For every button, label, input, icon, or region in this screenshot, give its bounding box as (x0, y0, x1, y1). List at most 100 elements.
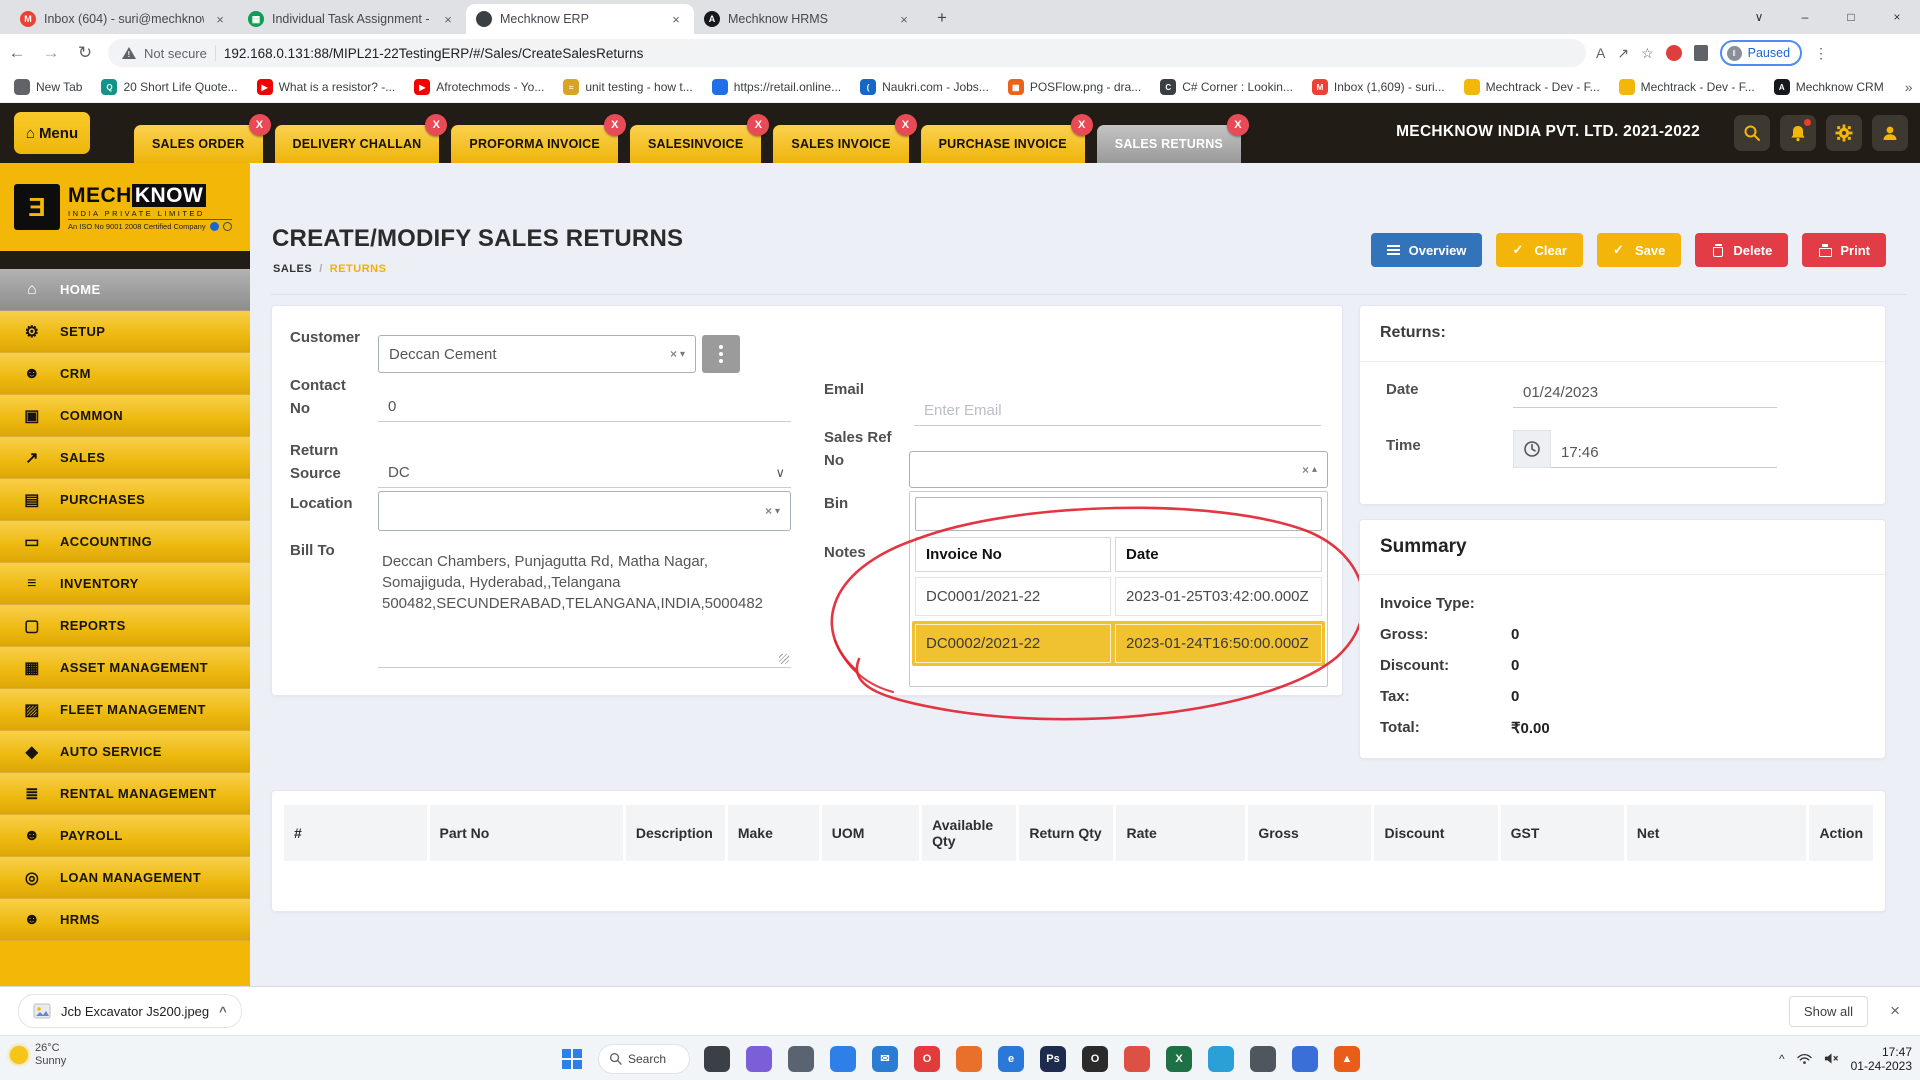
date-input[interactable]: 01/24/2023 (1513, 372, 1777, 408)
app-tab[interactable]: DELIVERY CHALLAN X (275, 125, 440, 163)
action-button[interactable]: Clear (1496, 233, 1583, 267)
taskbar-app-icon[interactable] (788, 1046, 814, 1072)
clear-selection-icon[interactable]: × (765, 504, 772, 518)
search-icon[interactable] (1734, 115, 1770, 151)
adblock-extension-icon[interactable] (1666, 45, 1682, 61)
email-input[interactable]: Enter Email (914, 390, 1321, 426)
bookmark-item[interactable]: Mechtrack - Dev - F... (1619, 79, 1755, 95)
taskbar-app-icon[interactable] (1250, 1046, 1276, 1072)
sidebar-item[interactable]: ▤ PURCHASES (0, 479, 250, 521)
share-icon[interactable]: ↗ (1617, 45, 1629, 62)
taskbar-app-icon[interactable] (1208, 1046, 1234, 1072)
sidebar-item[interactable]: ▨ FLEET MANAGEMENT (0, 689, 250, 731)
taskbar-app-icon[interactable] (830, 1046, 856, 1072)
sidebar-item[interactable]: ☻ HRMS (0, 899, 250, 941)
taskbar-app-icon[interactable] (956, 1046, 982, 1072)
bookmark-item[interactable]: https://retail.online... (712, 79, 841, 95)
maximize-icon[interactable]: □ (1828, 0, 1874, 34)
tab-close-icon[interactable]: × (212, 11, 228, 27)
bell-icon[interactable] (1780, 115, 1816, 151)
return-source-select[interactable]: DC ∨ (378, 452, 791, 488)
customer-select[interactable]: Deccan Cement × ▾ (378, 335, 696, 373)
sidebar-item[interactable]: ⌂ HOME (0, 269, 250, 311)
user-icon[interactable] (1872, 115, 1908, 151)
reload-icon[interactable]: ↻ (68, 43, 102, 63)
app-tab[interactable]: SALES RETURNS X (1097, 125, 1241, 163)
taskbar-app-icon[interactable] (746, 1046, 772, 1072)
tray-chevron-up-icon[interactable]: ^ (1779, 1052, 1785, 1066)
taskbar-app-icon[interactable] (704, 1046, 730, 1072)
chevron-up-icon[interactable]: ▴ (1312, 464, 1317, 475)
chevron-down-icon[interactable]: ▾ (775, 506, 780, 517)
sidebar-item[interactable]: ▢ REPORTS (0, 605, 250, 647)
bookmark-item[interactable]: C C# Corner : Lookin... (1160, 79, 1293, 95)
bookmark-item[interactable]: A Mechknow CRM (1774, 79, 1884, 95)
new-tab-button[interactable]: + (928, 4, 956, 32)
bookmark-item[interactable]: ≈ unit testing - how t... (563, 79, 692, 95)
app-tab-close-icon[interactable]: X (1071, 114, 1093, 136)
chevron-down-icon[interactable]: ∨ (775, 465, 785, 481)
app-tab[interactable]: SALES INVOICE X (773, 125, 908, 163)
contact-no-input[interactable]: 0 (378, 386, 791, 422)
tab-close-icon[interactable]: × (896, 11, 912, 27)
volume-muted-icon[interactable] (1824, 1052, 1839, 1065)
bookmark-item[interactable]: ▶ Afrotechmods - Yo... (414, 79, 544, 95)
sidebar-item[interactable]: ▭ ACCOUNTING (0, 521, 250, 563)
location-select[interactable]: × ▾ (378, 491, 791, 531)
bookmark-item[interactable]: ▶ What is a resistor? -... (257, 79, 396, 95)
gear-icon[interactable] (1826, 115, 1862, 151)
sidebar-item[interactable]: ☻ PAYROLL (0, 815, 250, 857)
app-tab[interactable]: SALES ORDER X (134, 125, 263, 163)
action-button[interactable]: Delete (1695, 233, 1788, 267)
action-button[interactable]: Overview (1371, 233, 1483, 267)
app-tab[interactable]: PURCHASE INVOICE X (921, 125, 1085, 163)
browser-tab[interactable]: Mechknow ERP × (466, 4, 694, 34)
paused-badge[interactable]: ‖ Paused (1720, 40, 1802, 66)
download-item[interactable]: Jcb Excavator Js200.jpeg ^ (18, 994, 242, 1028)
bookmark-item[interactable]: Mechtrack - Dev - F... (1464, 79, 1600, 95)
clear-selection-icon[interactable]: × (670, 347, 677, 361)
close-icon[interactable]: × (1874, 0, 1920, 34)
show-all-button[interactable]: Show all (1789, 996, 1868, 1027)
app-tab[interactable]: PROFORMA INVOICE X (451, 125, 618, 163)
time-input[interactable]: 17:46 (1551, 430, 1777, 468)
action-button[interactable]: Save (1597, 233, 1681, 267)
extensions-icon[interactable] (1694, 45, 1708, 61)
sidebar-item[interactable]: ⚙ SETUP (0, 311, 250, 353)
sidebar-item[interactable]: ◆ AUTO SERVICE (0, 731, 250, 773)
taskbar-clock[interactable]: 17:47 01-24-2023 (1851, 1045, 1912, 1073)
bookmark-item[interactable]: ▦ POSFlow.png - dra... (1008, 79, 1141, 95)
tab-close-icon[interactable]: × (668, 11, 684, 27)
customer-options-button[interactable] (702, 335, 740, 373)
dropdown-search-input[interactable] (915, 497, 1322, 531)
sidebar-item[interactable]: ▦ ASSET MANAGEMENT (0, 647, 250, 689)
sidebar-item[interactable]: ≣ RENTAL MANAGEMENT (0, 773, 250, 815)
sidebar-item[interactable]: ≡ INVENTORY (0, 563, 250, 605)
bill-to-textarea[interactable]: Deccan Chambers, Punjagutta Rd, Matha Na… (378, 546, 791, 668)
bookmarks-overflow-icon[interactable]: » (1905, 79, 1913, 95)
taskbar-app-icon[interactable]: ✉ (872, 1046, 898, 1072)
chevron-down-icon[interactable]: ▾ (680, 349, 685, 360)
taskbar-app-icon[interactable]: Ps (1040, 1046, 1066, 1072)
tab-close-icon[interactable]: × (440, 11, 456, 27)
taskbar-app-icon[interactable] (1292, 1046, 1318, 1072)
resize-handle-icon[interactable] (779, 654, 789, 664)
taskbar-app-icon[interactable]: X (1166, 1046, 1192, 1072)
invoice-row[interactable]: DC0001/2021-22 2023-01-25T03:42:00.000Z (915, 577, 1322, 616)
browser-tab[interactable]: A Mechknow HRMS × (694, 4, 922, 34)
bookmark-item[interactable]: New Tab (14, 79, 82, 95)
not-secure-icon[interactable]: ! (122, 47, 136, 59)
bookmark-star-icon[interactable]: ☆ (1641, 45, 1654, 62)
taskbar-app-icon[interactable] (1124, 1046, 1150, 1072)
sidebar-item[interactable]: ↗ SALES (0, 437, 250, 479)
minimize-icon[interactable]: – (1782, 0, 1828, 34)
sidebar-item[interactable]: ☻ CRM (0, 353, 250, 395)
bookmark-item[interactable]: M Inbox (1,609) - suri... (1312, 79, 1445, 95)
browser-tab[interactable]: ▦ Individual Task Assignment - Goo × (238, 4, 466, 34)
window-menu-icon[interactable]: ∨ (1736, 0, 1782, 34)
translate-icon[interactable]: A (1596, 45, 1605, 61)
chevron-up-icon[interactable]: ^ (219, 1004, 227, 1019)
clear-selection-icon[interactable]: × (1302, 463, 1309, 477)
app-tab-close-icon[interactable]: X (1227, 114, 1249, 136)
sales-ref-no-select[interactable]: × ▴ (909, 451, 1328, 488)
